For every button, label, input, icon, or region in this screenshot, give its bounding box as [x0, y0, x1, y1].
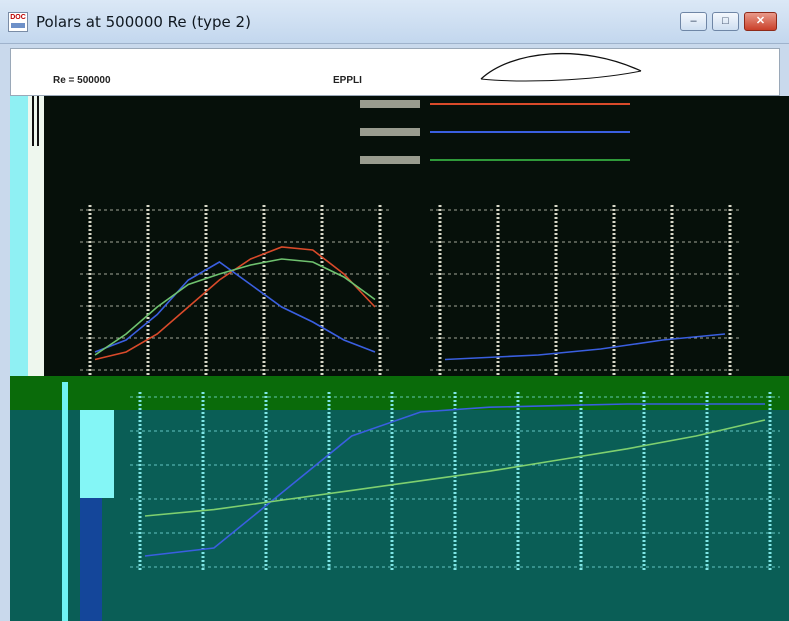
window-title: Polars at 500000 Re (type 2) [36, 13, 251, 31]
left-pale-strip [28, 96, 44, 376]
legend-entry-2 [360, 128, 630, 136]
reynolds-label: Re = 500000 [53, 75, 111, 86]
document-icon-label: DOC [10, 14, 26, 21]
polar-chart-2 [430, 205, 740, 375]
document-icon-bar [11, 23, 25, 28]
teal-strip-c [80, 498, 102, 621]
window-titlebar[interactable]: DOC Polars at 500000 Re (type 2) – □ ✕ [0, 0, 789, 44]
series-line-1 [94, 246, 376, 361]
legend-entry-1 [360, 100, 630, 108]
left-cyan-strip [10, 96, 28, 376]
minimize-button[interactable]: – [680, 12, 707, 31]
close-button[interactable]: ✕ [744, 12, 777, 31]
series-line-2 [94, 261, 376, 353]
legend [360, 100, 630, 164]
teal-strip-a [62, 382, 68, 621]
airfoil-name-label: EPPLI [333, 75, 362, 86]
polar-chart-1 [80, 205, 390, 375]
teal-strip-b [80, 410, 114, 498]
legend-entry-3 [360, 156, 630, 164]
maximize-button[interactable]: □ [712, 12, 739, 31]
polar-chart-3 [130, 392, 780, 572]
document-icon: DOC [8, 12, 28, 32]
